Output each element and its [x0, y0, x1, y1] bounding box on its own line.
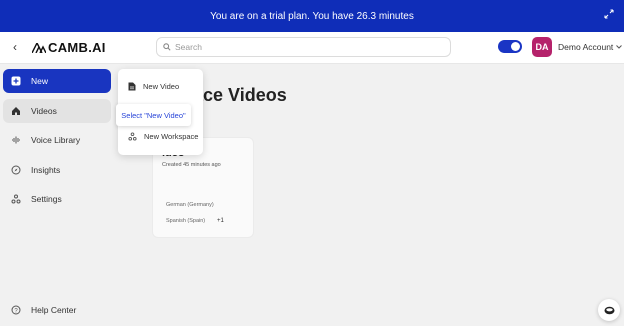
- menu-item-new-workspace[interactable]: New Workspace: [128, 132, 198, 141]
- sidebar-item-videos[interactable]: Videos: [3, 99, 111, 123]
- document-icon: [128, 82, 136, 91]
- sidebar-item-label: New: [31, 76, 49, 86]
- search-icon: [163, 43, 171, 51]
- chat-icon: [604, 306, 614, 314]
- trial-banner-text: You are on a trial plan. You have 26.3 m…: [210, 10, 414, 22]
- menu-item-label: New Workspace: [144, 132, 199, 141]
- theme-toggle[interactable]: [498, 40, 522, 53]
- help-circle-icon: ?: [11, 305, 21, 315]
- sidebar-item-label: Settings: [31, 194, 62, 204]
- menu-item-new-video[interactable]: New Video: [128, 82, 179, 91]
- search-bar[interactable]: [156, 37, 451, 57]
- account-menu[interactable]: Demo Account: [558, 42, 623, 52]
- avatar[interactable]: DA: [532, 37, 552, 57]
- sidebar-item-label: Help Center: [31, 305, 77, 315]
- workspace-icon: [128, 132, 137, 141]
- logo-text: CAMB.AI: [48, 40, 106, 55]
- sidebar-item-label: Videos: [31, 106, 57, 116]
- logo[interactable]: CAMB.AI: [32, 40, 106, 55]
- waveform-icon: [11, 135, 21, 145]
- sidebar-item-settings[interactable]: Settings: [3, 187, 111, 211]
- sidebar-item-help-center[interactable]: ? Help Center: [3, 298, 111, 322]
- video-card-created: Created 45 minutes ago: [162, 162, 221, 168]
- expand-icon[interactable]: [600, 5, 618, 23]
- chat-widget-button[interactable]: [598, 299, 620, 321]
- logo-mark-icon: [32, 42, 46, 53]
- back-chevron-icon[interactable]: ‹: [9, 40, 21, 54]
- sidebar: New Videos Voice Library Insights Settin…: [0, 64, 117, 326]
- top-bar: ‹ CAMB.AI DA Demo Account: [0, 32, 624, 64]
- home-icon: [11, 106, 21, 116]
- sidebar-item-new[interactable]: New: [3, 69, 111, 93]
- language-tag: Spanish (Spain): [166, 218, 206, 224]
- language-tag: German (Germany): [166, 202, 214, 208]
- toggle-knob: [511, 42, 520, 51]
- more-languages-count: +1: [217, 218, 224, 224]
- plus-square-icon: [11, 76, 21, 86]
- chevron-down-icon: [616, 45, 623, 49]
- sidebar-item-label: Insights: [31, 165, 61, 175]
- nodes-icon: [11, 194, 21, 204]
- compass-icon: [11, 165, 21, 175]
- select-hint-tooltip: Select "New Video": [116, 104, 191, 126]
- sidebar-item-insights[interactable]: Insights: [3, 158, 111, 182]
- search-input[interactable]: [175, 42, 435, 52]
- trial-banner: You are on a trial plan. You have 26.3 m…: [0, 0, 624, 32]
- sidebar-item-voice-library[interactable]: Voice Library: [3, 128, 111, 152]
- sidebar-item-label: Voice Library: [31, 135, 81, 145]
- menu-item-label: New Video: [143, 82, 180, 91]
- account-label: Demo Account: [558, 42, 614, 52]
